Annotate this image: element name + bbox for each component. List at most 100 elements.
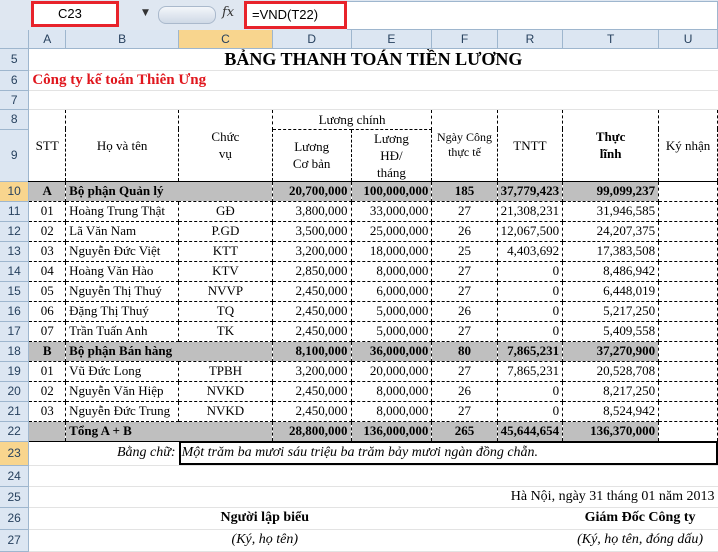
row-header[interactable]: 6: [0, 70, 30, 91]
row-header[interactable]: 26: [0, 507, 30, 530]
cell[interactable]: [658, 361, 718, 382]
cell[interactable]: 2,450,000: [272, 301, 352, 322]
column-header-e[interactable]: E: [351, 30, 433, 49]
cell[interactable]: 0: [497, 381, 564, 402]
cell[interactable]: 36,000,000: [351, 341, 433, 362]
cell[interactable]: 5,217,250: [562, 301, 660, 322]
cell[interactable]: 8,100,000: [272, 341, 352, 362]
fx-icon[interactable]: fx: [222, 5, 234, 20]
cell[interactable]: 26: [431, 301, 498, 322]
row-header[interactable]: 14: [0, 261, 30, 282]
row-header[interactable]: 10: [0, 181, 30, 202]
formula-bar-splitter[interactable]: [158, 6, 216, 24]
chevron-down-icon[interactable]: ▼: [142, 8, 149, 18]
cell[interactable]: 37,779,423: [497, 181, 564, 202]
cell[interactable]: 03: [28, 241, 67, 262]
cell[interactable]: KTV: [178, 261, 273, 282]
cell[interactable]: 3,200,000: [272, 241, 352, 262]
director-title[interactable]: Giám Đốc Công ty: [562, 507, 718, 530]
group-code[interactable]: B: [28, 341, 67, 362]
cell[interactable]: 07: [28, 321, 67, 342]
cell[interactable]: 01: [28, 201, 67, 222]
formula-input[interactable]: =VND(T22): [244, 1, 347, 29]
header-work-days[interactable]: Ngày Công thực tế: [431, 108, 498, 182]
cell[interactable]: NVVP: [178, 281, 273, 302]
cell[interactable]: [658, 321, 718, 342]
cell[interactable]: [28, 421, 67, 442]
spreadsheet-grid[interactable]: A B C D E F R T U 5 BẢNG THANH TOÁN TIỀN…: [0, 30, 718, 552]
name-box[interactable]: C23: [31, 1, 119, 27]
cell[interactable]: Lã Văn Nam: [65, 221, 180, 242]
cell[interactable]: Trần Tuấn Anh: [65, 321, 180, 342]
group-code[interactable]: A: [28, 181, 67, 202]
cell[interactable]: [28, 90, 718, 110]
cell[interactable]: NVKD: [178, 401, 273, 422]
row-header[interactable]: 23: [0, 441, 30, 466]
cell[interactable]: 185: [431, 181, 498, 202]
cell[interactable]: GĐ: [178, 201, 273, 222]
cell[interactable]: 20,000,000: [351, 361, 433, 382]
row-header[interactable]: 12: [0, 221, 30, 242]
cell[interactable]: 27: [431, 401, 498, 422]
cell[interactable]: TK: [178, 321, 273, 342]
cell[interactable]: 28,800,000: [272, 421, 352, 442]
cell[interactable]: 27: [431, 201, 498, 222]
row-header[interactable]: 22: [0, 421, 30, 442]
cell[interactable]: 7,865,231: [497, 341, 564, 362]
cell[interactable]: 2,850,000: [272, 261, 352, 282]
cell[interactable]: [28, 507, 179, 530]
cell[interactable]: 12,067,500: [497, 221, 564, 242]
cell[interactable]: Hoàng Trung Thật: [65, 201, 180, 222]
cell[interactable]: 0: [497, 301, 564, 322]
cell[interactable]: [351, 529, 563, 552]
cell[interactable]: Đặng Thị Thuý: [65, 301, 180, 322]
column-header-b[interactable]: B: [65, 30, 180, 49]
cell[interactable]: Nguyễn Đức Trung: [65, 401, 180, 422]
row-header[interactable]: 25: [0, 486, 30, 508]
column-header-t[interactable]: T: [562, 30, 660, 49]
cell[interactable]: 06: [28, 301, 67, 322]
row-header[interactable]: 13: [0, 241, 30, 262]
cell[interactable]: 80: [431, 341, 498, 362]
cell[interactable]: 01: [28, 361, 67, 382]
column-header-f[interactable]: F: [431, 30, 498, 49]
cell[interactable]: 3,500,000: [272, 221, 352, 242]
date-line[interactable]: Hà Nội, ngày 31 tháng 01 năm 2013: [497, 486, 718, 508]
column-header-d[interactable]: D: [272, 30, 352, 49]
cell[interactable]: 100,000,000: [351, 181, 433, 202]
cell[interactable]: 02: [28, 221, 67, 242]
cell[interactable]: 6,448,019: [562, 281, 660, 302]
cell[interactable]: 8,217,250: [562, 381, 660, 402]
cell[interactable]: 2,450,000: [272, 381, 352, 402]
cell[interactable]: 2,450,000: [272, 321, 352, 342]
preparer-note[interactable]: (Ký, họ tên): [178, 529, 352, 552]
cell[interactable]: 20,700,000: [272, 181, 352, 202]
cell[interactable]: 7,865,231: [497, 361, 564, 382]
row-header[interactable]: 27: [0, 529, 30, 552]
row-header[interactable]: 17: [0, 321, 30, 342]
cell[interactable]: 8,524,942: [562, 401, 660, 422]
cell[interactable]: 2,450,000: [272, 281, 352, 302]
cell[interactable]: [658, 401, 718, 422]
cell[interactable]: 5,000,000: [351, 321, 433, 342]
cell[interactable]: 99,099,237: [562, 181, 660, 202]
cell[interactable]: 26: [431, 221, 498, 242]
cell[interactable]: TPBH: [178, 361, 273, 382]
row-header[interactable]: 19: [0, 361, 30, 382]
cell[interactable]: 33,000,000: [351, 201, 433, 222]
row-header[interactable]: 11: [0, 201, 30, 222]
column-header-a[interactable]: A: [28, 30, 67, 49]
preparer-title[interactable]: Người lập biểu: [178, 507, 352, 530]
header-basic-salary[interactable]: Lương Cơ bản: [271, 129, 352, 182]
row-header[interactable]: 5: [0, 48, 30, 71]
group-name[interactable]: Bộ phận Bán hàng: [65, 341, 273, 362]
cell[interactable]: 05: [28, 281, 67, 302]
cell[interactable]: 04: [28, 261, 67, 282]
cell[interactable]: [658, 181, 718, 202]
in-words-cell[interactable]: Một trăm ba mươi sáu triệu ba trăm bảy m…: [178, 441, 718, 466]
director-note[interactable]: (Ký, họ tên, đóng dấu): [562, 529, 718, 552]
row-header[interactable]: 7: [0, 90, 30, 110]
cell[interactable]: [658, 261, 718, 282]
header-signature[interactable]: Ký nhận: [658, 108, 718, 182]
row-header[interactable]: 15: [0, 281, 30, 302]
